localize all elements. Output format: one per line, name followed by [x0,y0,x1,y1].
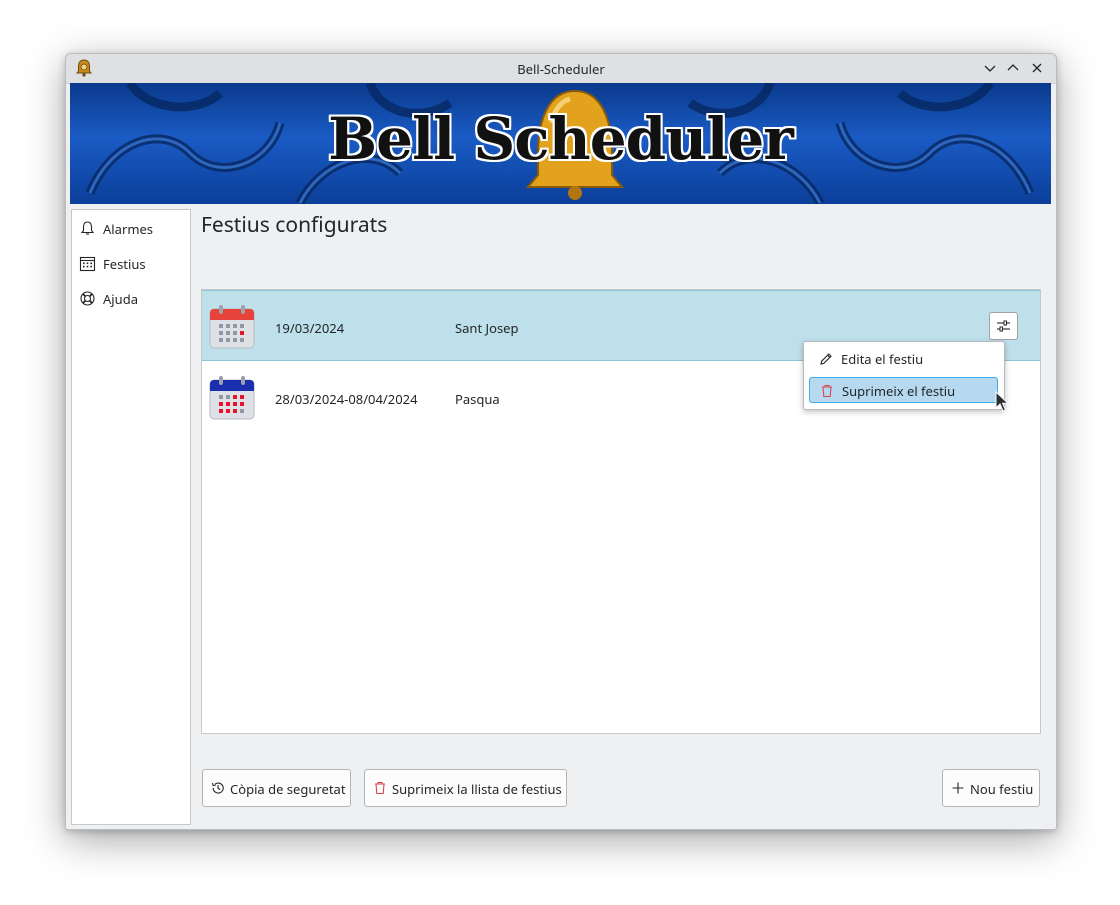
delete-holiday-menu-item[interactable]: Suprimeix el festiu [809,377,998,403]
history-icon [211,782,224,794]
banner-title: Bell Scheduler [328,105,794,173]
pencil-icon [820,353,832,365]
sidebar-item-alarmes[interactable]: Alarmes [72,213,190,243]
calendar-single-day-icon [209,305,255,349]
app-window: Bell-Scheduler Bell Scheduler Alarmes Fe… [65,53,1057,830]
sidebar-item-label: Festius [103,255,146,273]
holiday-name: Sant Josep [455,319,519,337]
sidebar: Alarmes Festius Ajuda [71,209,191,825]
trash-icon [822,384,832,398]
maximize-icon[interactable] [1003,58,1023,78]
mouse-cursor-icon [995,391,1009,412]
sidebar-item-festius[interactable]: Festius [72,248,190,278]
edit-holiday-menu-item[interactable]: Edita el festiu [809,346,998,372]
sidebar-item-label: Alarmes [103,220,154,238]
bell-icon [80,221,95,235]
menu-item-label: Edita el festiu [841,350,924,368]
title-bar[interactable]: Bell-Scheduler [66,54,1056,84]
trash-icon [375,781,385,795]
button-label: Còpia de seguretat [230,780,346,798]
holiday-date: 28/03/2024-08/04/2024 [275,390,418,408]
calendar-range-icon [209,376,255,420]
delete-holiday-list-button[interactable]: Suprimeix la llista de festius [364,769,567,807]
menu-item-label: Suprimeix el festiu [842,382,956,400]
sidebar-item-ajuda[interactable]: Ajuda [72,283,190,313]
page-title: Festius configurats [201,211,388,239]
holiday-context-menu: Edita el festiu Suprimeix el festiu [803,341,1005,410]
sliders-icon [997,320,1010,332]
calendar-icon [79,256,96,272]
holiday-name: Pasqua [455,390,500,408]
app-banner: Bell Scheduler [70,83,1051,204]
holiday-date: 19/03/2024 [275,319,345,337]
sidebar-item-label: Ajuda [103,290,138,308]
minimize-icon[interactable] [980,58,1000,78]
holiday-options-button[interactable] [989,312,1018,340]
button-label: Suprimeix la llista de festius [392,780,562,798]
backup-button[interactable]: Còpia de seguretat [202,769,351,807]
lifebuoy-icon [80,291,95,306]
plus-icon [952,782,964,794]
button-label: Nou festiu [970,780,1034,798]
close-icon[interactable] [1027,58,1047,78]
window-title: Bell-Scheduler [517,60,605,78]
new-holiday-button[interactable]: Nou festiu [942,769,1040,807]
